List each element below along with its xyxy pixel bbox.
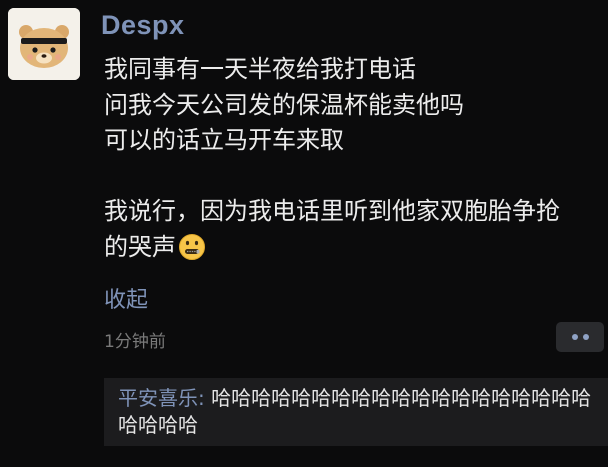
dot-icon: [572, 334, 578, 340]
more-actions-button[interactable]: [556, 322, 604, 352]
post-line-last: 的哭声: [104, 230, 604, 266]
post-timestamp: 1分钟前: [104, 332, 166, 352]
post-line-text: 的哭声: [104, 232, 176, 261]
avatar[interactable]: [8, 8, 80, 80]
post-line-blank: [104, 159, 604, 195]
dot-icon: [583, 334, 589, 340]
post-line: 我同事有一天半夜给我打电话: [104, 55, 416, 83]
collapse-button[interactable]: 收起: [104, 282, 148, 314]
comment-separator: :: [198, 386, 212, 410]
post-line: 我说行，因为我电话里听到他家双胞胎争抢: [104, 197, 560, 225]
comment-item[interactable]: 平安喜乐: 哈哈哈哈哈哈哈哈哈哈哈哈哈哈哈哈哈哈哈哈哈哈哈: [118, 385, 606, 439]
post-text: 我同事有一天半夜给我打电话 问我今天公司发的保温杯能卖他吗 可以的话立马开车来取…: [104, 52, 604, 265]
bear-avatar-icon: [8, 8, 80, 80]
post-line: 可以的话立马开车来取: [104, 126, 344, 154]
post-line: 问我今天公司发的保温杯能卖他吗: [104, 90, 464, 119]
comment-author[interactable]: 平安喜乐: [118, 386, 198, 410]
zipper-mouth-face-icon: [178, 233, 206, 261]
author-name[interactable]: Despx: [101, 10, 185, 41]
comments-section: 平安喜乐: 哈哈哈哈哈哈哈哈哈哈哈哈哈哈哈哈哈哈哈哈哈哈哈: [104, 378, 608, 446]
